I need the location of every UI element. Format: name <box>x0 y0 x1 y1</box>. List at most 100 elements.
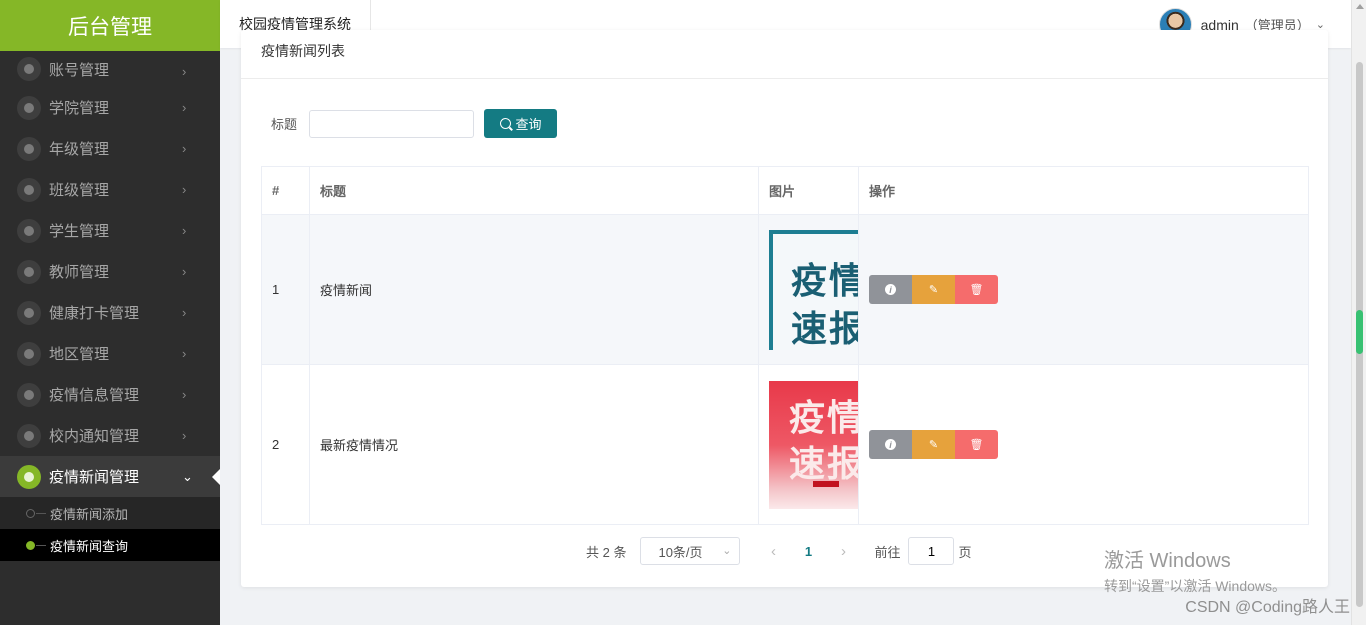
sidebar-item-health-checkin[interactable]: 健康打卡管理 › <box>0 292 220 333</box>
pencil-icon: ✎ <box>928 439 939 451</box>
sidebar-item-label: 年级管理 <box>49 141 110 158</box>
sidebar-item-campus-notice[interactable]: 校内通知管理 › <box>0 415 220 456</box>
sidebar-item-epidemic-info[interactable]: 疫情信息管理 › <box>0 374 220 415</box>
news-table: # 标题 图片 操作 1 疫情新闻 疫情 速报 i ✎ <box>261 166 1309 525</box>
edit-button[interactable]: ✎ <box>912 275 955 304</box>
sidebar-item-teacher[interactable]: 教师管理 › <box>0 251 220 292</box>
scroll-progress-indicator <box>1356 310 1363 354</box>
info-icon: i <box>885 439 896 450</box>
sidebar-item-label: 班级管理 <box>49 182 110 199</box>
globe-icon <box>17 382 41 407</box>
page-unit-label: 页 <box>958 544 972 560</box>
table-row: 1 疫情新闻 疫情 速报 i ✎ 🗑 <box>261 214 1309 365</box>
view-detail-button[interactable]: i <box>869 430 912 459</box>
thumbnail-text: 疫情 <box>791 259 858 301</box>
delete-button[interactable]: 🗑 <box>955 275 998 304</box>
sidebar-item-label: 健康打卡管理 <box>49 305 140 322</box>
sidebar-subitem-label: 疫情新闻添加 <box>50 506 129 522</box>
chevron-right-icon: › <box>182 305 187 320</box>
sidebar-item-student[interactable]: 学生管理 › <box>0 210 220 251</box>
bullet-icon <box>26 541 35 550</box>
edit-button[interactable]: ✎ <box>912 430 955 459</box>
chevron-right-icon: › <box>182 223 187 238</box>
globe-icon <box>17 57 41 81</box>
sidebar-item-label: 地区管理 <box>49 346 110 363</box>
sidebar-subitem-label: 疫情新闻查询 <box>50 538 129 554</box>
chevron-right-icon: › <box>182 100 187 115</box>
column-header-index: # <box>261 166 310 215</box>
sidebar-item-label: 账号管理 <box>49 61 110 79</box>
trash-icon: 🗑 <box>969 439 984 451</box>
news-thumbnail[interactable]: 疫情 速报 <box>769 229 858 350</box>
row-image-cell: 疫情 速报 <box>758 364 859 525</box>
scroll-up-arrow-icon[interactable] <box>1356 4 1364 9</box>
vertical-scrollbar[interactable] <box>1351 0 1366 625</box>
sidebar-item-class[interactable]: 班级管理 › <box>0 169 220 210</box>
row-image-cell: 疫情 速报 <box>758 214 859 365</box>
chevron-right-icon: › <box>182 346 187 361</box>
table-row: 2 最新疫情情况 疫情 速报 i ✎ 🗑 <box>261 364 1309 525</box>
windows-activation-watermark: 激活 Windows 转到“设置”以激活 Windows。 <box>1104 544 1286 596</box>
sidebar-item-region[interactable]: 地区管理 › <box>0 333 220 374</box>
view-detail-button[interactable]: i <box>869 275 912 304</box>
row-index: 2 <box>261 364 310 525</box>
sidebar-item-label: 疫情新闻管理 <box>49 469 140 486</box>
sidebar-item-label: 疫情信息管理 <box>49 387 140 404</box>
sidebar-submenu: 疫情新闻添加 疫情新闻查询 <box>0 497 220 561</box>
thumbnail-text: 速报 <box>789 442 858 484</box>
sidebar-item-grade[interactable]: 年级管理 › <box>0 128 220 169</box>
next-page-button[interactable]: › <box>828 543 858 560</box>
column-header-title: 标题 <box>309 166 759 215</box>
chevron-right-icon: › <box>182 264 187 279</box>
globe-icon <box>17 177 41 202</box>
brand-title: 后台管理 <box>0 0 220 51</box>
sidebar-subitem-news-query[interactable]: 疫情新闻查询 <box>0 529 220 561</box>
chevron-right-icon: › <box>182 387 187 402</box>
trash-icon: 🗑 <box>969 284 984 296</box>
row-title: 疫情新闻 <box>309 214 759 365</box>
goto-page-input[interactable] <box>908 537 955 565</box>
globe-icon <box>17 423 41 448</box>
page-number-current[interactable]: 1 <box>788 544 828 559</box>
thumbnail-text: 疫情 <box>789 396 858 438</box>
card-title: 疫情新闻列表 <box>261 43 345 59</box>
goto-label: 前往 <box>874 544 901 560</box>
page-size-value: 10条/页 <box>658 544 703 560</box>
page-size-select[interactable]: 10条/页 ⌄ <box>640 537 741 565</box>
chevron-down-icon: ⌄ <box>182 469 193 484</box>
sidebar-item-account[interactable]: 账号管理 › <box>0 51 220 87</box>
globe-icon <box>17 259 41 284</box>
sidebar-item-label: 教师管理 <box>49 264 110 281</box>
sidebar-item-label: 学生管理 <box>49 223 110 240</box>
activation-title: 激活 Windows <box>1104 550 1231 572</box>
pencil-icon: ✎ <box>928 284 939 296</box>
sidebar-menu: 账号管理 › 学院管理 › 年级管理 › 班级管理 › 学生管理 › 教师管理 … <box>0 51 220 561</box>
csdn-watermark: CSDN @Coding路人王 <box>1185 599 1350 616</box>
globe-icon <box>17 464 41 489</box>
prev-page-button[interactable]: ‹ <box>758 543 788 560</box>
sidebar-item-label: 校内通知管理 <box>49 428 140 445</box>
sidebar-item-epidemic-news[interactable]: 疫情新闻管理 ⌄ <box>0 456 220 497</box>
row-title: 最新疫情情况 <box>309 364 759 525</box>
news-list-card: 疫情新闻列表 标题 查询 # 标题 图片 操作 1 疫情新闻 疫 速 i ✎ 🗑… <box>241 30 1328 587</box>
sidebar-item-college[interactable]: 学院管理 › <box>0 87 220 128</box>
thumbnail-text: 速报 <box>791 307 858 349</box>
row-actions: i ✎ 🗑 <box>858 364 1309 525</box>
sidebar-item-label: 学院管理 <box>49 100 110 117</box>
search-label: 标题 <box>271 117 298 132</box>
action-group: i ✎ 🗑 <box>869 430 1308 459</box>
row-actions: i ✎ 🗑 <box>858 214 1309 365</box>
title-search-input[interactable] <box>309 109 475 138</box>
column-header-actions: 操作 <box>858 166 1309 215</box>
news-thumbnail[interactable]: 疫情 速报 <box>769 380 858 509</box>
globe-icon <box>17 95 41 120</box>
pagination: 共 2 条 10条/页 ⌄ ‹ 1 › 前往 页 <box>586 537 972 565</box>
action-group: i ✎ 🗑 <box>869 275 1308 304</box>
search-bar: 标题 查询 <box>271 109 558 138</box>
chevron-right-icon: › <box>182 64 187 79</box>
pagination-total: 共 2 条 <box>586 544 627 560</box>
delete-button[interactable]: 🗑 <box>955 430 998 459</box>
query-button[interactable]: 查询 <box>484 109 558 138</box>
sidebar-subitem-news-add[interactable]: 疫情新闻添加 <box>0 497 220 529</box>
globe-icon <box>17 341 41 366</box>
